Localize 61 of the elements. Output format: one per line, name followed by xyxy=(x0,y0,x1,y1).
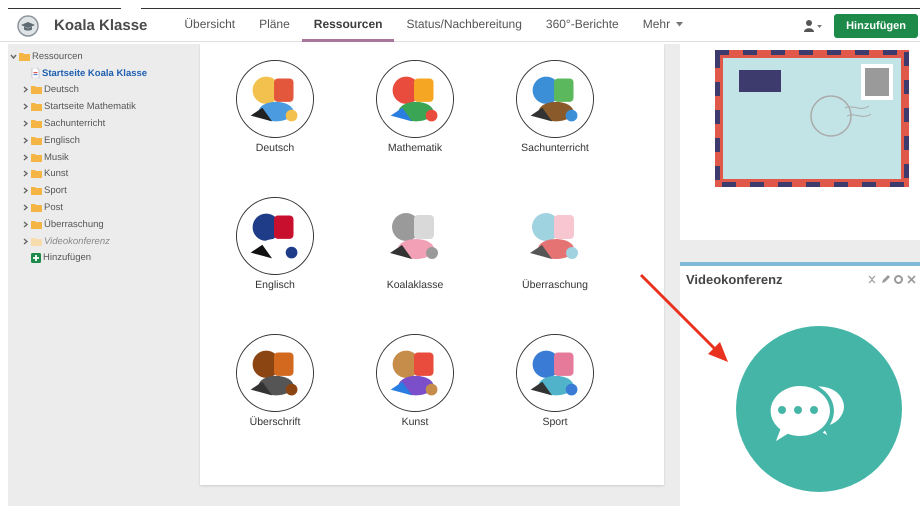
folder-icon xyxy=(31,119,42,128)
plus-icon[interactable] xyxy=(31,252,41,263)
folder-icon xyxy=(31,152,42,162)
folder-icon xyxy=(31,169,42,178)
tree-item[interactable]: Überraschung xyxy=(44,218,104,230)
tile-label[interactable]: Englisch xyxy=(255,279,295,291)
tile-label[interactable]: Sport xyxy=(542,416,568,428)
caret-icon xyxy=(676,22,684,26)
tree-item[interactable]: Post xyxy=(44,202,64,214)
tile-label[interactable]: Sachunterricht xyxy=(521,142,589,154)
user-menu-icon[interactable] xyxy=(804,20,824,32)
chevron-right-icon[interactable] xyxy=(22,154,29,161)
folder-icon xyxy=(31,85,42,94)
chevron-right-icon[interactable] xyxy=(22,204,29,212)
tile-label[interactable]: Kunst xyxy=(402,416,428,428)
folder-icon xyxy=(31,102,42,112)
folder-icon xyxy=(31,136,42,145)
chevron-right-icon[interactable] xyxy=(22,220,29,228)
add-button[interactable]: Hinzufügen xyxy=(834,14,918,38)
folder-icon xyxy=(31,220,42,229)
chevron-right-icon[interactable] xyxy=(22,120,29,128)
graduation-cap-icon[interactable] xyxy=(17,14,39,36)
tile-label[interactable]: Mathematik xyxy=(388,142,442,154)
tree-item[interactable]: Englisch xyxy=(44,134,80,146)
collapse-icon[interactable] xyxy=(868,275,877,284)
chevron-right-icon[interactable] xyxy=(22,136,29,144)
app-title: Koala Klasse xyxy=(54,17,148,34)
tree-item[interactable]: Ressourcen xyxy=(32,50,83,62)
close-icon[interactable] xyxy=(907,275,916,284)
nav-tab[interactable]: Übersicht xyxy=(172,10,248,42)
chevron-right-icon[interactable] xyxy=(22,86,29,94)
tree-item[interactable]: Startseite Koala Klasse xyxy=(42,68,148,79)
nav-tab[interactable]: Pläne xyxy=(247,10,302,42)
chat-bubbles-icon[interactable] xyxy=(736,326,902,492)
folder-icon xyxy=(19,52,30,61)
folder-icon xyxy=(31,203,42,212)
nav-tab[interactable]: 360°-Berichte xyxy=(534,10,631,42)
chevron-down-icon[interactable] xyxy=(10,52,17,60)
pencil-icon[interactable] xyxy=(881,275,890,284)
tree-item[interactable]: Kunst xyxy=(44,168,68,180)
tree-item[interactable]: Startseite Mathematik xyxy=(44,101,136,112)
folder-icon xyxy=(31,236,42,246)
nav-tab[interactable]: Status/Nachbereitung xyxy=(394,10,534,42)
chevron-right-icon[interactable] xyxy=(22,103,29,110)
tree-item[interactable]: Musik xyxy=(44,152,69,163)
tile-label[interactable]: Deutsch xyxy=(256,142,294,154)
nav-tab[interactable]: Mehr xyxy=(630,10,696,42)
panel-title: Videokonferenz xyxy=(686,272,784,287)
chevron-right-icon[interactable] xyxy=(22,170,29,178)
page-icon xyxy=(31,68,40,78)
chevron-right-icon[interactable] xyxy=(22,238,29,245)
tree-item[interactable]: Sport xyxy=(44,185,67,196)
tile-label[interactable]: Überraschung xyxy=(522,279,588,291)
tile-label[interactable]: Koalaklasse xyxy=(386,279,444,291)
chevron-right-icon[interactable] xyxy=(22,187,29,194)
folder-icon xyxy=(31,186,42,196)
tree-item[interactable]: Sachunterricht xyxy=(44,118,106,130)
tile-label[interactable]: Überschrift xyxy=(250,416,300,428)
add-link[interactable]: Hinzufügen xyxy=(43,252,92,264)
settings-icon[interactable] xyxy=(894,275,903,284)
tree-item[interactable]: Deutsch xyxy=(44,84,79,96)
